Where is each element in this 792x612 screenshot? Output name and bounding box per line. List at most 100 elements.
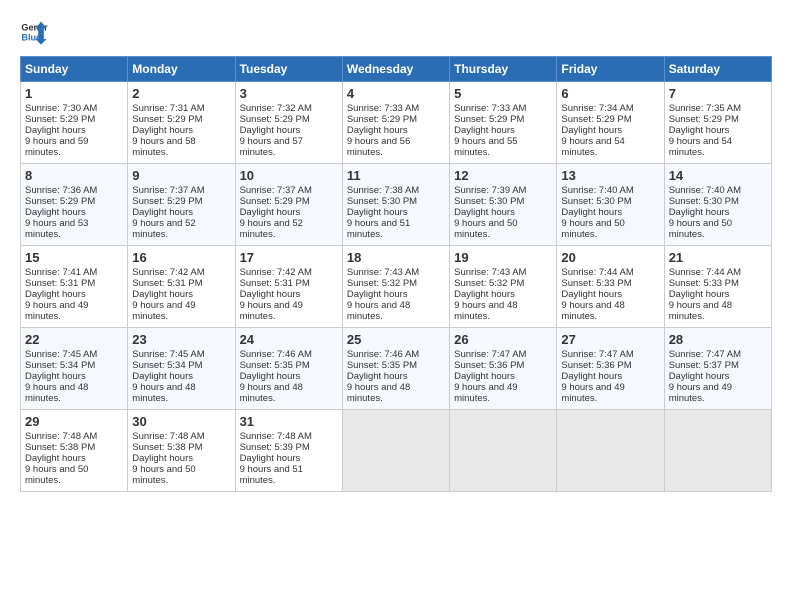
- sunset: Sunset: 5:32 PM: [454, 278, 524, 289]
- weekday-header-wednesday: Wednesday: [342, 57, 449, 82]
- day-number: 24: [240, 332, 338, 347]
- sunrise: Sunrise: 7:43 AM: [347, 267, 419, 278]
- daylight-label: Daylight hours: [454, 289, 515, 300]
- daylight-label: Daylight hours: [25, 207, 86, 218]
- daylight-hours: 9 hours and 59 minutes.: [25, 136, 88, 158]
- calendar-cell: 3 Sunrise: 7:32 AMSunset: 5:29 PMDaylight…: [235, 82, 342, 164]
- sunrise: Sunrise: 7:42 AM: [240, 267, 312, 278]
- daylight-label: Daylight hours: [347, 125, 408, 136]
- calendar-cell: 9Sunrise: 7:37 AMSunset: 5:29 PMDaylight…: [128, 164, 235, 246]
- header: General Blue: [20, 18, 772, 46]
- sunset: Sunset: 5:36 PM: [561, 360, 631, 371]
- sunrise: Sunrise: 7:48 AM: [240, 431, 312, 442]
- daylight-hours: 9 hours and 50 minutes.: [132, 464, 195, 486]
- sunrise: Sunrise: 7:31 AM: [132, 103, 204, 114]
- daylight-hours: 9 hours and 57 minutes.: [240, 136, 303, 158]
- daylight-label: Daylight hours: [25, 371, 86, 382]
- day-number: 25: [347, 332, 445, 347]
- sunrise: Sunrise: 7:47 AM: [669, 349, 741, 360]
- day-number: 30: [132, 414, 230, 429]
- calendar-table: SundayMondayTuesdayWednesdayThursdayFrid…: [20, 56, 772, 492]
- daylight-label: Daylight hours: [240, 125, 301, 136]
- day-number: 3: [240, 86, 338, 101]
- daylight-hours: 9 hours and 50 minutes.: [669, 218, 732, 240]
- sunset: Sunset: 5:33 PM: [669, 278, 739, 289]
- sunset: Sunset: 5:30 PM: [347, 196, 417, 207]
- day-number: 7: [669, 86, 767, 101]
- calendar-cell: 2Sunrise: 7:31 AMSunset: 5:29 PMDaylight…: [128, 82, 235, 164]
- sunrise: Sunrise: 7:33 AM: [347, 103, 419, 114]
- sunrise: Sunrise: 7:43 AM: [454, 267, 526, 278]
- calendar-cell: 25Sunrise: 7:46 AMSunset: 5:35 PMDayligh…: [342, 328, 449, 410]
- calendar-cell: 27Sunrise: 7:47 AMSunset: 5:36 PMDayligh…: [557, 328, 664, 410]
- daylight-hours: 9 hours and 54 minutes.: [669, 136, 732, 158]
- calendar-cell: [342, 410, 449, 492]
- sunset: Sunset: 5:29 PM: [561, 114, 631, 125]
- calendar-cell: 1Sunrise: 7:30 AMSunset: 5:29 PMDaylight…: [21, 82, 128, 164]
- sunrise: Sunrise: 7:30 AM: [25, 103, 97, 114]
- calendar-cell: 10 Sunrise: 7:37 AMSunset: 5:29 PMDayligh…: [235, 164, 342, 246]
- day-number: 21: [669, 250, 767, 265]
- calendar-cell: 7Sunrise: 7:35 AMSunset: 5:29 PMDaylight…: [664, 82, 771, 164]
- day-number: 20: [561, 250, 659, 265]
- daylight-hours: 9 hours and 48 minutes.: [347, 382, 410, 404]
- day-number: 29: [25, 414, 123, 429]
- day-number: 31: [240, 414, 338, 429]
- daylight-label: Daylight hours: [454, 371, 515, 382]
- daylight-label: Daylight hours: [240, 207, 301, 218]
- calendar-week-1: 1Sunrise: 7:30 AMSunset: 5:29 PMDaylight…: [21, 82, 772, 164]
- sunset: Sunset: 5:29 PM: [669, 114, 739, 125]
- sunrise: Sunrise: 7:39 AM: [454, 185, 526, 196]
- daylight-hours: 9 hours and 52 minutes.: [240, 218, 303, 240]
- calendar-cell: 14Sunrise: 7:40 AMSunset: 5:30 PMDayligh…: [664, 164, 771, 246]
- sunrise: Sunrise: 7:46 AM: [240, 349, 312, 360]
- day-number: 2: [132, 86, 230, 101]
- sunrise: Sunrise: 7:37 AM: [240, 185, 312, 196]
- weekday-header-sunday: Sunday: [21, 57, 128, 82]
- day-number: 10: [240, 168, 338, 183]
- sunset: Sunset: 5:31 PM: [132, 278, 202, 289]
- daylight-label: Daylight hours: [132, 453, 193, 464]
- day-number: 5: [454, 86, 552, 101]
- daylight-hours: 9 hours and 49 minutes.: [669, 382, 732, 404]
- weekday-header-monday: Monday: [128, 57, 235, 82]
- daylight-label: Daylight hours: [669, 207, 730, 218]
- sunset: Sunset: 5:32 PM: [347, 278, 417, 289]
- daylight-label: Daylight hours: [454, 207, 515, 218]
- calendar-cell: 19Sunrise: 7:43 AMSunset: 5:32 PMDayligh…: [450, 246, 557, 328]
- calendar-cell: 13Sunrise: 7:40 AMSunset: 5:30 PMDayligh…: [557, 164, 664, 246]
- logo-icon: General Blue: [20, 18, 48, 46]
- daylight-label: Daylight hours: [347, 371, 408, 382]
- daylight-hours: 9 hours and 56 minutes.: [347, 136, 410, 158]
- weekday-header-thursday: Thursday: [450, 57, 557, 82]
- sunset: Sunset: 5:39 PM: [240, 442, 310, 453]
- day-number: 15: [25, 250, 123, 265]
- sunrise: Sunrise: 7:32 AM: [240, 103, 312, 114]
- daylight-hours: 9 hours and 49 minutes.: [240, 300, 303, 322]
- day-number: 16: [132, 250, 230, 265]
- calendar-week-3: 15Sunrise: 7:41 AMSunset: 5:31 PMDayligh…: [21, 246, 772, 328]
- daylight-hours: 9 hours and 51 minutes.: [240, 464, 303, 486]
- day-number: 1: [25, 86, 123, 101]
- daylight-label: Daylight hours: [25, 125, 86, 136]
- calendar-cell: 20Sunrise: 7:44 AMSunset: 5:33 PMDayligh…: [557, 246, 664, 328]
- day-number: 28: [669, 332, 767, 347]
- daylight-hours: 9 hours and 52 minutes.: [132, 218, 195, 240]
- calendar-week-5: 29Sunrise: 7:48 AMSunset: 5:38 PMDayligh…: [21, 410, 772, 492]
- calendar-cell: 11Sunrise: 7:38 AMSunset: 5:30 PMDayligh…: [342, 164, 449, 246]
- daylight-hours: 9 hours and 53 minutes.: [25, 218, 88, 240]
- calendar-week-4: 22Sunrise: 7:45 AMSunset: 5:34 PMDayligh…: [21, 328, 772, 410]
- daylight-hours: 9 hours and 50 minutes.: [561, 218, 624, 240]
- sunset: Sunset: 5:31 PM: [240, 278, 310, 289]
- sunrise: Sunrise: 7:45 AM: [25, 349, 97, 360]
- calendar-cell: 5Sunrise: 7:33 AMSunset: 5:29 PMDaylight…: [450, 82, 557, 164]
- sunset: Sunset: 5:35 PM: [347, 360, 417, 371]
- calendar-cell: 26Sunrise: 7:47 AMSunset: 5:36 PMDayligh…: [450, 328, 557, 410]
- sunset: Sunset: 5:29 PM: [240, 196, 310, 207]
- day-number: 23: [132, 332, 230, 347]
- sunset: Sunset: 5:29 PM: [240, 114, 310, 125]
- daylight-label: Daylight hours: [669, 289, 730, 300]
- calendar-cell: 30Sunrise: 7:48 AMSunset: 5:38 PMDayligh…: [128, 410, 235, 492]
- calendar-cell: [557, 410, 664, 492]
- weekday-header-tuesday: Tuesday: [235, 57, 342, 82]
